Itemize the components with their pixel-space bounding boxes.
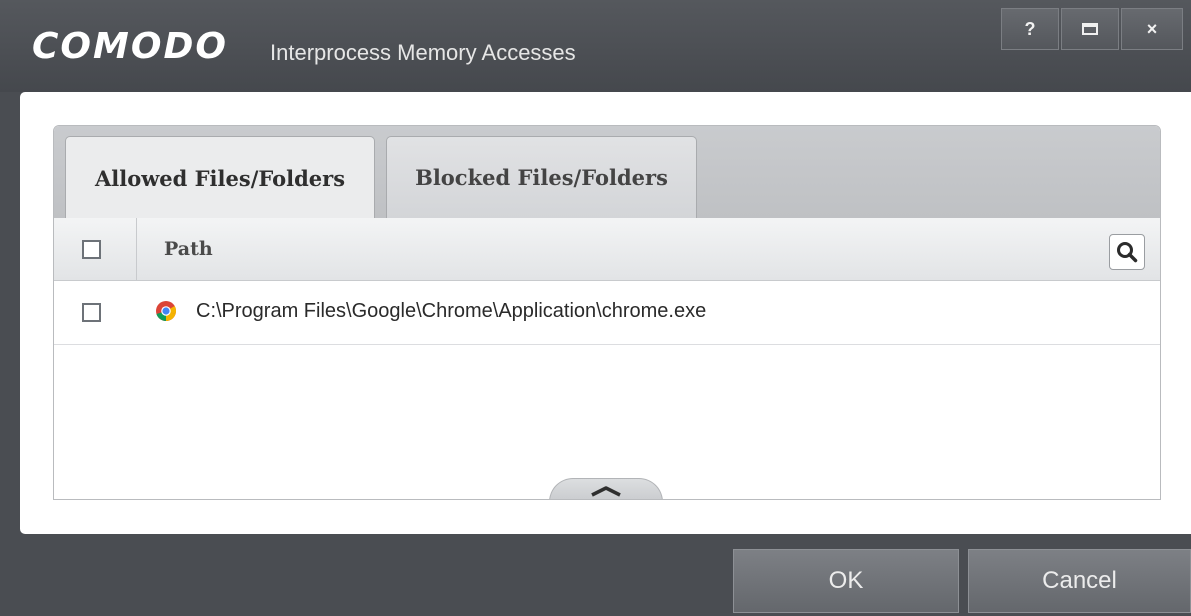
column-header-path[interactable]: Path [164,238,213,260]
window-controls: ? × [1001,8,1191,52]
maximize-icon [1082,23,1098,35]
close-button[interactable]: × [1121,8,1183,50]
window-title: Interprocess Memory Accesses [270,40,576,65]
row-checkbox[interactable] [82,303,101,322]
select-all-checkbox[interactable] [82,240,101,259]
search-icon [1117,242,1138,263]
column-divider [136,218,137,281]
table-header [54,218,1160,281]
row-path-text: C:\Program Files\Google\Chrome\Applicati… [196,300,707,322]
help-button[interactable]: ? [1001,8,1059,50]
close-icon: × [1146,18,1158,39]
title-bar[interactable]: COMODO Interprocess Memory Accesses ? × [0,0,1191,92]
maximize-button[interactable] [1061,8,1119,50]
tab-frame: Allowed Files/Folders Blocked Files/Fold… [53,125,1161,500]
ok-button[interactable]: OK [733,549,959,613]
content-panel: Allowed Files/Folders Blocked Files/Fold… [20,92,1191,534]
cancel-button[interactable]: Cancel [968,549,1191,613]
chrome-icon [156,301,176,321]
dialog-window: COMODO Interprocess Memory Accesses ? × … [0,0,1191,616]
tab-blocked-files-folders[interactable]: Blocked Files/Folders [386,136,697,218]
chevron-up-icon [591,485,621,497]
brand-logo: COMODO [32,26,228,67]
help-icon: ? [1024,18,1036,39]
collapse-panel-button[interactable] [549,478,663,499]
tab-allowed-files-folders[interactable]: Allowed Files/Folders [65,136,375,219]
table-row[interactable]: C:\Program Files\Google\Chrome\Applicati… [54,281,1160,345]
search-button[interactable] [1109,234,1145,270]
